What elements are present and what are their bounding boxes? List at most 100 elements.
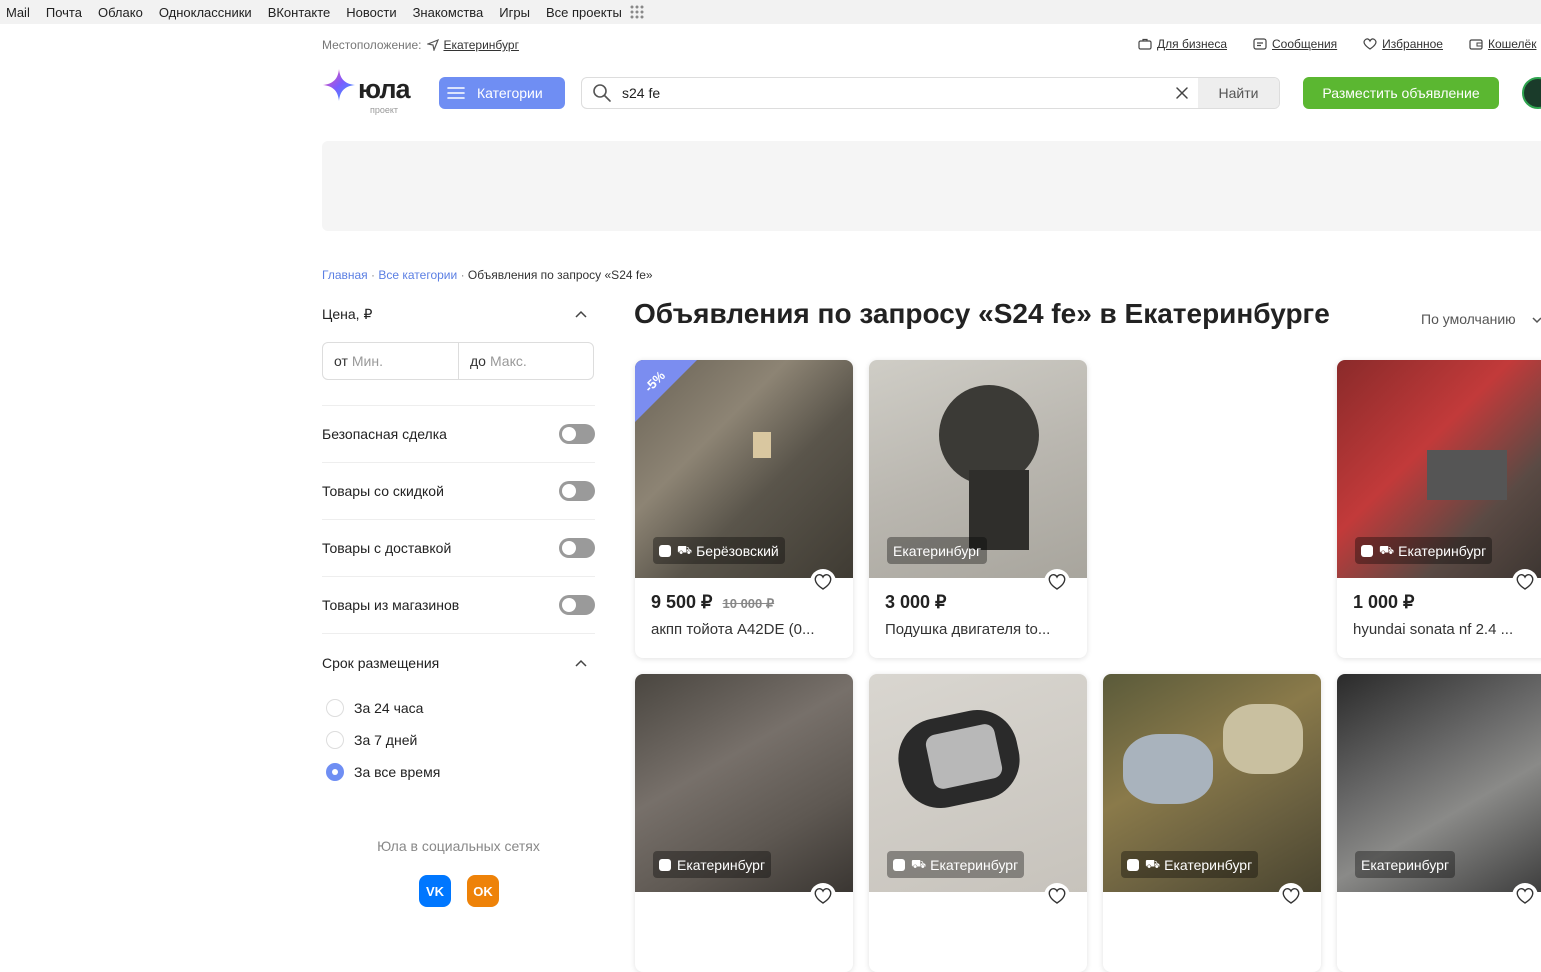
listing-card[interactable]: ⛟ Екатеринбург 1 000 ₽ hyundai sonata nf…	[1337, 360, 1541, 658]
delivery-truck-icon: ⛟	[1379, 542, 1395, 557]
listing-photo[interactable]: Екатеринбург	[1337, 674, 1541, 892]
favorite-heart-icon[interactable]	[1512, 569, 1538, 595]
portal-item-igry[interactable]: Игры	[499, 5, 530, 20]
listing-photo[interactable]: -5% ⛟ Берёзовский	[635, 360, 853, 578]
chevron-down-icon	[1532, 317, 1541, 324]
vk-icon[interactable]: VK	[419, 875, 451, 907]
filters-panel: Цена, ₽ от Мин. до Макс. Безопасная сдел…	[322, 300, 595, 788]
location-badge: Екатеринбург	[1355, 851, 1456, 878]
chevron-up-icon	[575, 310, 587, 318]
close-icon[interactable]	[1175, 86, 1189, 100]
safe-deal-toggle-row: Безопасная сделка	[322, 406, 595, 463]
portal-item-novosti[interactable]: Новости	[346, 5, 396, 20]
safe-deal-toggle[interactable]	[559, 424, 595, 444]
portal-item-znakomstva[interactable]: Знакомства	[413, 5, 484, 20]
period-option-label: За 24 часа	[354, 700, 424, 716]
listing-photo[interactable]: ⛟ Екатеринбург	[1103, 674, 1321, 892]
breadcrumb-all-categories[interactable]: Все категории	[378, 268, 457, 282]
top-links: Для бизнеса Сообщения Избранное Кошелёк	[1138, 37, 1541, 51]
delivery-truck-icon: ⛟	[1145, 856, 1161, 871]
favorite-heart-icon[interactable]	[1512, 883, 1538, 909]
period-filter-header[interactable]: Срок размещения	[322, 652, 595, 674]
listing-photo[interactable]: Екатеринбург	[869, 360, 1087, 578]
location-label: Местоположение:	[322, 38, 422, 52]
listing-location: Екатеринбург	[1398, 542, 1487, 559]
post-ad-button[interactable]: Разместить объявление	[1303, 77, 1499, 109]
location-badge: ⛟ Екатеринбург	[1121, 851, 1259, 878]
shops-toggle[interactable]	[559, 595, 595, 615]
categories-label: Категории	[477, 85, 543, 101]
business-link[interactable]: Для бизнеса	[1138, 37, 1227, 51]
wallet-link[interactable]: Кошелёк	[1469, 37, 1536, 51]
location-selector: Местоположение: Екатеринбург	[322, 38, 519, 52]
messages-link[interactable]: Сообщения	[1253, 37, 1337, 51]
portal-item-vkontakte[interactable]: ВКонтакте	[268, 5, 331, 20]
listing-photo[interactable]: ⛟ Екатеринбург	[869, 674, 1087, 892]
radio-button[interactable]	[326, 699, 344, 717]
listing-card[interactable]: ⛟ Екатеринбург	[869, 674, 1087, 972]
sort-dropdown[interactable]: По умолчанию	[1421, 311, 1541, 327]
page-title: Объявления по запросу «S24 fe» в Екатери…	[634, 298, 1330, 329]
discount-toggle[interactable]	[559, 481, 595, 501]
breadcrumb-home[interactable]: Главная	[322, 268, 368, 282]
search-input[interactable]	[622, 85, 1162, 101]
safe-deal-icon	[893, 858, 905, 871]
price-from-field[interactable]: от Мин.	[323, 343, 458, 379]
price-from-placeholder: Мин.	[351, 353, 383, 369]
favorites-link[interactable]: Избранное	[1363, 37, 1443, 51]
period-option-24h[interactable]: За 24 часа	[322, 692, 595, 724]
search-icon	[593, 84, 611, 102]
listing-price: 1 000 ₽	[1353, 592, 1415, 612]
favorite-heart-icon[interactable]	[810, 883, 836, 909]
favorite-heart-icon[interactable]	[1044, 569, 1070, 595]
price-to-field[interactable]: до Макс.	[458, 343, 593, 379]
listing-title[interactable]: акпп тойота A42DE (0...	[651, 621, 841, 638]
listing-title[interactable]: Подушка двигателя to...	[885, 621, 1075, 638]
portal-item-all-projects[interactable]: Все проекты	[546, 5, 622, 20]
delivery-toggle[interactable]	[559, 538, 595, 558]
period-option-label: За 7 дней	[354, 732, 418, 748]
breadcrumb-separator: ·	[371, 268, 376, 282]
portal-bar: Mail Почта Облако Одноклассники ВКонтакт…	[0, 0, 1541, 24]
listing-card[interactable]: -5% ⛟ Берёзовский 9 500 ₽ 10 000 ₽ акпп т…	[635, 360, 853, 658]
period-option-7d[interactable]: За 7 дней	[322, 724, 595, 756]
radio-button[interactable]	[326, 731, 344, 749]
price-filter-header[interactable]: Цена, ₽	[322, 300, 595, 328]
listing-title[interactable]: hyundai sonata nf 2.4 ...	[1353, 621, 1541, 638]
ok-icon[interactable]: OK	[467, 875, 499, 907]
portal-item-odnoklassniki[interactable]: Одноклассники	[159, 5, 252, 20]
breadcrumb-separator: ·	[460, 268, 465, 282]
favorite-heart-icon[interactable]	[810, 569, 836, 595]
listing-location: Екатеринбург	[677, 856, 766, 873]
favorite-heart-icon[interactable]	[1278, 883, 1304, 909]
favorite-heart-icon[interactable]	[1044, 883, 1070, 909]
location-badge: ⛟ Берёзовский	[653, 537, 785, 564]
find-button[interactable]: Найти	[1198, 78, 1279, 108]
listing-card[interactable]: Екатеринбург 3 000 ₽ Подушка двигателя t…	[869, 360, 1087, 658]
categories-button[interactable]: Категории	[439, 77, 565, 109]
yula-logo[interactable]: юла проект	[322, 68, 422, 115]
location-city-link[interactable]: Екатеринбург	[443, 38, 519, 52]
price-to-placeholder: Макс.	[489, 353, 527, 369]
price-from-prefix: от	[334, 353, 348, 369]
avatar[interactable]	[1522, 77, 1541, 109]
menu-icon	[447, 87, 465, 99]
portal-item-oblako[interactable]: Облако	[98, 5, 143, 20]
radio-button-selected[interactable]	[326, 763, 344, 781]
portal-item-pochta[interactable]: Почта	[46, 5, 82, 20]
listing-location: Екатеринбург	[930, 856, 1019, 873]
listing-location: Екатеринбург	[1361, 856, 1450, 873]
search-bar: Найти	[581, 77, 1280, 109]
listing-price: 3 000 ₽	[885, 592, 947, 612]
listing-photo[interactable]: Екатеринбург	[635, 674, 853, 892]
listing-photo[interactable]: ⛟ Екатеринбург	[1337, 360, 1541, 578]
heart-icon	[1363, 38, 1377, 50]
listing-card[interactable]: Екатеринбург	[635, 674, 853, 972]
portal-item-mail[interactable]: Mail	[6, 5, 30, 20]
apps-grid-icon[interactable]	[630, 5, 644, 19]
breadcrumb-current: Объявления по запросу «S24 fe»	[467, 268, 653, 282]
listing-card[interactable]: Екатеринбург	[1337, 674, 1541, 972]
business-label: Для бизнеса	[1157, 37, 1228, 51]
listing-card[interactable]: ⛟ Екатеринбург	[1103, 674, 1321, 972]
period-option-all[interactable]: За все время	[322, 756, 595, 788]
